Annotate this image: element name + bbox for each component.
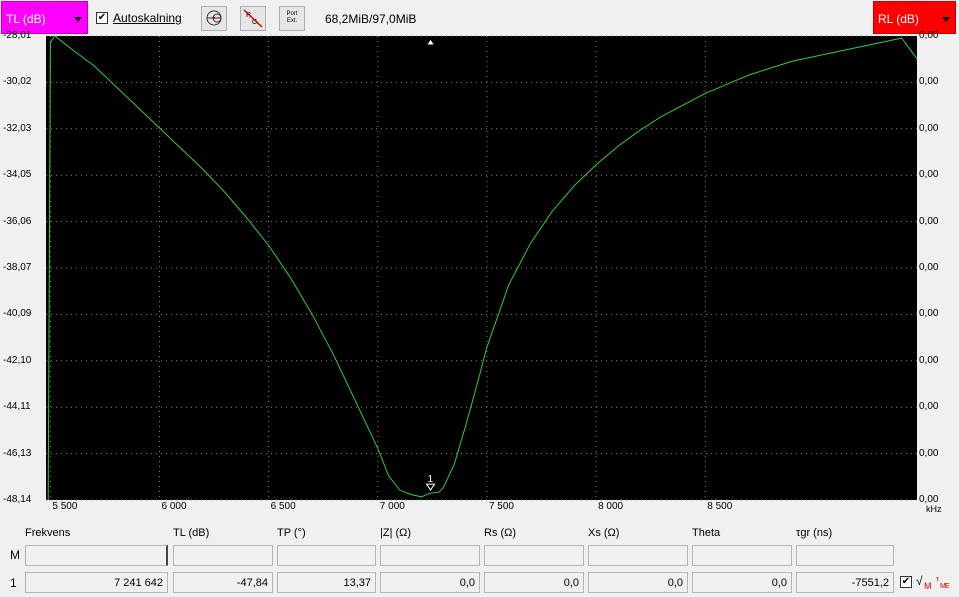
y-right-tick: 0,00 [919,308,939,320]
x-tick: 7 500 [488,501,514,512]
column-header: Rs (Ω) [484,527,517,539]
marker-input-cell[interactable] [173,545,273,566]
y-left-tick: -46,13 [3,447,32,459]
y-left-tick: -34,05 [3,169,32,181]
y-right-tick: 0,00 [919,215,939,227]
marker-input-cell[interactable] [796,545,894,566]
y-right-tick: 0,00 [919,122,939,134]
y-left-tick: -44,11 [3,401,31,413]
marker-input-cell[interactable] [25,545,168,566]
marker-input-cell[interactable] [484,545,584,566]
marker-value-cell: 7 241 642 [25,572,168,593]
x-tick: 8 500 [707,501,733,512]
marker-value-cell: 0,0 [588,572,688,593]
y-right-tick: 0,00 [919,76,939,88]
marker-input-cell[interactable] [588,545,688,566]
column-header: Theta [692,527,721,539]
y-right-tick: 0,00 [919,401,939,413]
row-1-label: 1 [10,576,17,590]
marker-value-cell: 0,0 [484,572,584,593]
y-left-tick: -48,14 [3,494,32,505]
svg-text:M: M [924,581,932,591]
marker-value-cell: -47,84 [173,572,273,593]
y-right-tick: 0,00 [919,30,939,41]
marker-input-cell[interactable] [277,545,376,566]
svg-text:E: E [945,583,950,590]
marker-input-cell[interactable] [692,545,792,566]
marker-value-cell: 0,0 [380,572,480,593]
column-header: Xs (Ω) [588,527,620,539]
x-tick: 8 000 [598,501,624,512]
y-left-tick: -28,01 [3,30,32,41]
transmission-chart[interactable]: 11 [0,0,959,597]
y-right-tick: 0,00 [919,262,939,273]
y-left-tick: -36,06 [3,215,32,227]
column-header: |Z| (Ω) [380,527,412,539]
y-right-tick: 0,00 [919,169,939,181]
marker-value-cell: -7551,2 [796,572,894,593]
marker-mode-icons[interactable]: √ M τ M E [915,572,955,592]
x-tick: 6 000 [161,501,187,512]
marker-value-cell: 13,37 [277,572,376,593]
column-header: TL (dB) [173,527,210,539]
row-m-label: M [10,548,20,562]
y-left-tick: -42,10 [3,354,32,366]
marker-value-cell: 0,0 [692,572,792,593]
y-left-tick: -40,09 [3,308,32,320]
column-header: Frekvens [25,527,71,539]
x-tick: 6 500 [270,501,296,512]
marker-1-checkbox[interactable]: ✔ [900,576,912,588]
y-left-tick: -30,02 [3,76,32,88]
marker-1-label: 1 [428,474,434,485]
x-tick: 7 000 [379,501,405,512]
y-left-tick: -32,03 [3,122,32,134]
column-header: TP (°) [277,527,306,539]
y-right-tick: 0,00 [919,354,939,366]
x-axis-unit: kHz [926,504,942,514]
svg-text:τ: τ [936,576,939,583]
column-header: τgr (ns) [796,527,833,539]
svg-text:√: √ [916,574,923,588]
x-tick: 5 500 [52,501,78,512]
marker-input-cell[interactable] [380,545,480,566]
marker-1-top-label: 1 [428,46,434,57]
y-left-tick: -38,07 [3,262,32,273]
y-right-tick: 0,00 [919,447,939,459]
